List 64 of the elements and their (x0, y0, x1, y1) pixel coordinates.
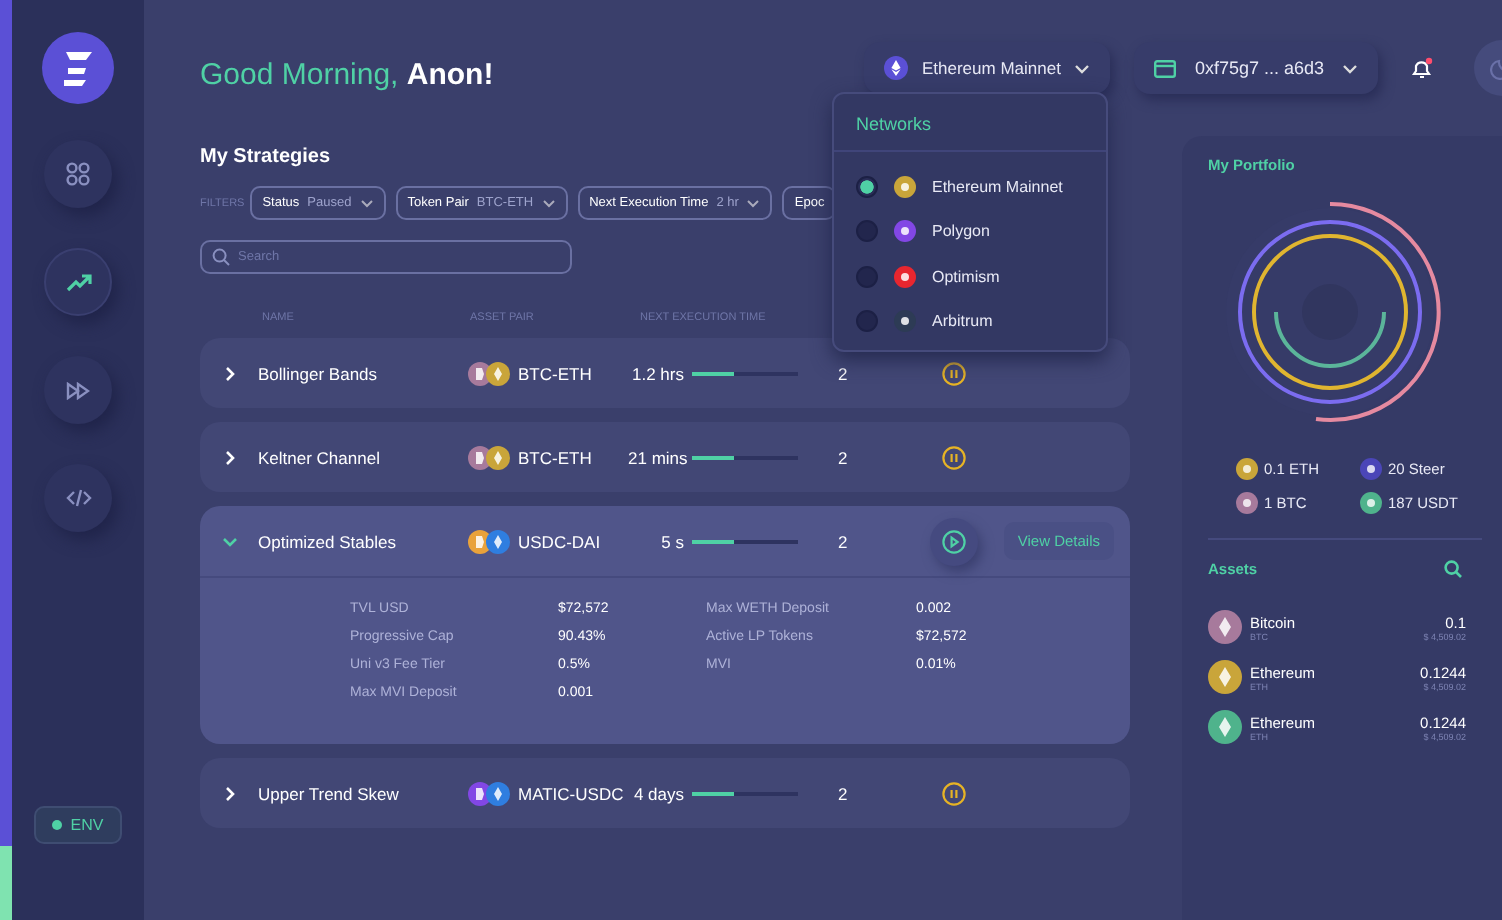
chevron-down-icon (746, 199, 761, 207)
asset-pair: USDC-DAI (518, 531, 603, 551)
nav-button[interactable] (44, 464, 112, 532)
network-option[interactable]: Arbitrum (834, 299, 1106, 344)
fast-forward-icon (66, 381, 90, 399)
count: 2 (838, 447, 850, 467)
network-option[interactable]: Ethereum Mainnet (834, 164, 1106, 209)
network-name: Arbitrum (932, 312, 993, 331)
code-icon (65, 488, 91, 508)
nav-button[interactable] (44, 140, 112, 208)
strategy-name: Keltner Channel (258, 447, 382, 467)
ethereum-icon (883, 56, 908, 80)
bell-icon (1410, 56, 1434, 80)
strategy-row[interactable]: Bollinger Bands BTC-ETH 1.2 hrs 2 (200, 338, 1130, 408)
strategy-row[interactable]: Upper Trend Skew MATIC-USDC 4 days 2 (200, 758, 1130, 828)
trend-up-icon (65, 273, 91, 291)
count: 2 (838, 783, 850, 803)
radio-button[interactable] (856, 175, 878, 198)
chevron-down-icon (1342, 63, 1358, 73)
logo-icon (42, 32, 114, 104)
asset-pair: BTC-ETH (518, 363, 594, 383)
radio-button[interactable] (856, 220, 878, 243)
execution-time: 1.2 hrs (630, 363, 684, 383)
network-name: Polygon (932, 222, 990, 241)
play-icon[interactable] (942, 529, 966, 553)
count: 2 (838, 531, 850, 551)
env-button[interactable]: ENV (34, 806, 122, 844)
search-icon[interactable] (1444, 560, 1462, 578)
chevron-right-icon[interactable] (222, 365, 238, 381)
chevron-down-icon (1074, 63, 1091, 73)
nav-button[interactable] (44, 356, 112, 424)
execution-time: 5 s (659, 531, 684, 551)
asset-pair: BTC-ETH (518, 447, 594, 467)
network-option[interactable]: Polygon (834, 209, 1106, 254)
radio-button[interactable] (856, 265, 878, 288)
network-select[interactable]: Ethereum Mainnet (863, 42, 1111, 94)
count: 2 (838, 363, 850, 383)
network-name: Ethereum Mainnet (932, 177, 1063, 196)
network-option[interactable]: Optimism (834, 254, 1106, 299)
pause-icon[interactable] (942, 781, 966, 805)
strategy-row[interactable]: Keltner Channel BTC-ETH 21 mins 2 (200, 422, 1130, 492)
search-icon (212, 248, 230, 266)
strategy-name: Bollinger Bands (258, 363, 380, 383)
pause-icon[interactable] (942, 445, 966, 469)
pause-icon[interactable] (942, 361, 966, 385)
radio-button[interactable] (856, 310, 878, 333)
execution-time: 21 mins (628, 447, 684, 467)
greeting: Good Morning, Anon! (200, 57, 494, 91)
chevron-right-icon[interactable] (222, 449, 238, 465)
chevron-right-icon[interactable] (222, 785, 238, 801)
menu-title: Networks (834, 114, 1106, 152)
strategy-name: Upper Trend Skew (258, 783, 401, 803)
chevron-down-icon (359, 199, 374, 207)
chevron-down-icon (541, 199, 556, 207)
network-name: Optimism (932, 267, 1000, 286)
execution-time: 4 days (631, 783, 684, 803)
wallet-icon (1154, 59, 1177, 77)
chevron-down-icon[interactable] (222, 533, 238, 549)
nav-button[interactable] (44, 248, 112, 316)
strategy-name: Optimized Stables (258, 531, 398, 551)
wallet-select[interactable]: 0xf75g7 ... a6d3 (1134, 42, 1378, 94)
section-title: My Strategies (200, 146, 333, 168)
asset-pair: MATIC-USDC (518, 783, 626, 803)
grid-icon (66, 162, 90, 186)
